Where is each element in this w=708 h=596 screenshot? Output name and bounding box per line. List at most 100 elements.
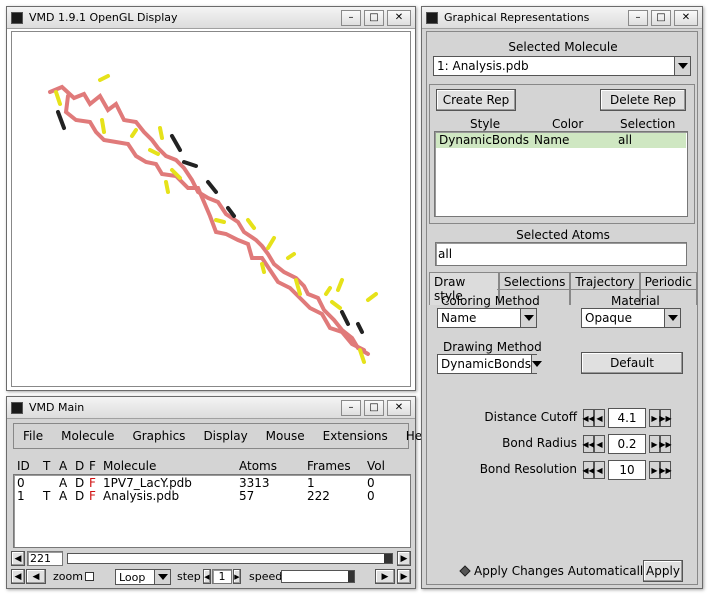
decrement-icon[interactable]: ◀ bbox=[594, 435, 605, 453]
goto-end-button[interactable]: ▶ bbox=[397, 551, 411, 566]
dark-bond bbox=[340, 310, 350, 326]
display-titlebar[interactable]: VMD 1.9.1 OpenGL Display – □ ✕ bbox=[7, 7, 415, 29]
frame-number-field[interactable]: 221 bbox=[27, 551, 63, 566]
selected-molecule-label: Selected Molecule bbox=[508, 40, 618, 54]
play-back-button[interactable]: ◀ bbox=[26, 569, 46, 584]
menu-extensions[interactable]: Extensions bbox=[314, 429, 397, 443]
row-a-toggle[interactable]: A bbox=[59, 476, 67, 490]
step-decrement[interactable]: ◀ bbox=[203, 569, 211, 584]
selected-molecule-select[interactable]: 1: Analysis.pdb bbox=[433, 56, 691, 76]
yellow-bond bbox=[54, 90, 62, 106]
minimize-icon[interactable]: – bbox=[341, 399, 361, 416]
create-rep-button[interactable]: Create Rep bbox=[436, 89, 516, 111]
vmd-app-icon bbox=[426, 11, 438, 24]
fast-decrement-icon[interactable]: ◀◀ bbox=[582, 409, 595, 427]
col-d[interactable]: D bbox=[75, 459, 84, 473]
goto-start-button[interactable]: ◀ bbox=[11, 551, 25, 566]
fast-increment-icon[interactable]: ▶▶ bbox=[659, 409, 672, 427]
col-style: Style bbox=[470, 117, 501, 131]
loop-select[interactable]: Loop bbox=[115, 569, 171, 585]
reps-titlebar[interactable]: Graphical Representations – □ ✕ bbox=[422, 7, 702, 29]
selected-atoms-label: Selected Atoms bbox=[516, 228, 610, 242]
step-field[interactable]: 1 bbox=[212, 569, 232, 584]
col-frames[interactable]: Frames bbox=[307, 459, 351, 473]
row-f-toggle[interactable]: F bbox=[89, 476, 96, 490]
molecule-list[interactable]: 0 A D F 1PV7_LacY.pdb 3313 1 0 1 T A D F… bbox=[13, 474, 411, 548]
step-increment[interactable]: ▶ bbox=[233, 569, 241, 584]
fast-decrement-icon[interactable]: ◀◀ bbox=[582, 435, 595, 453]
col-id[interactable]: ID bbox=[17, 459, 30, 473]
display-title: VMD 1.9.1 OpenGL Display bbox=[29, 11, 178, 24]
minimize-icon[interactable]: – bbox=[628, 9, 648, 26]
apply-auto-label: Apply Changes Automatically bbox=[474, 564, 651, 578]
increment-icon[interactable]: ▶ bbox=[649, 409, 660, 427]
bond-radius-field[interactable]: 0.2 bbox=[608, 434, 646, 454]
row-f-toggle[interactable]: F bbox=[89, 489, 96, 503]
main-titlebar[interactable]: VMD Main – □ ✕ bbox=[7, 397, 415, 419]
speed-slider[interactable] bbox=[281, 570, 355, 583]
frame-slider-thumb[interactable] bbox=[384, 554, 392, 563]
row-a-toggle[interactable]: A bbox=[59, 489, 67, 503]
table-row[interactable]: 0 A D F 1PV7_LacY.pdb 3313 1 0 bbox=[17, 476, 407, 490]
minimize-icon[interactable]: – bbox=[341, 9, 361, 26]
decrement-icon[interactable]: ◀ bbox=[594, 461, 605, 479]
yellow-bond bbox=[214, 218, 226, 224]
opengl-canvas[interactable] bbox=[11, 31, 411, 387]
table-row[interactable]: 1 T A D F Analysis.pdb 57 222 0 bbox=[17, 489, 407, 503]
reps-list[interactable]: DynamicBonds Name all bbox=[434, 131, 688, 217]
increment-icon[interactable]: ▶ bbox=[649, 435, 660, 453]
apply-button[interactable]: Apply bbox=[643, 560, 683, 582]
coloring-method-select[interactable]: Name bbox=[437, 308, 537, 328]
list-item[interactable]: DynamicBonds Name all bbox=[436, 133, 686, 148]
zoom-label: zoom bbox=[53, 570, 83, 583]
row-vol: 0 bbox=[367, 476, 375, 490]
step-forward-button[interactable]: ▶ bbox=[397, 569, 411, 584]
menu-display[interactable]: Display bbox=[194, 429, 256, 443]
menu-mouse[interactable]: Mouse bbox=[257, 429, 314, 443]
menu-file[interactable]: File bbox=[14, 429, 52, 443]
apply-auto-toggle[interactable]: Apply Changes Automatically bbox=[459, 564, 651, 578]
row-t-toggle[interactable]: T bbox=[43, 489, 50, 503]
maximize-icon[interactable]: □ bbox=[364, 399, 384, 416]
play-forward-button[interactable]: ▶ bbox=[375, 569, 395, 584]
col-a[interactable]: A bbox=[59, 459, 67, 473]
close-icon[interactable]: ✕ bbox=[387, 9, 411, 26]
close-icon[interactable]: ✕ bbox=[387, 399, 411, 416]
increment-icon[interactable]: ▶ bbox=[649, 461, 660, 479]
step-back-button[interactable]: ◀ bbox=[11, 569, 25, 584]
material-label: Material bbox=[611, 294, 660, 308]
row-d-toggle[interactable]: D bbox=[75, 489, 84, 503]
fast-increment-icon[interactable]: ▶▶ bbox=[659, 435, 672, 453]
material-select[interactable]: Opaque bbox=[581, 308, 681, 328]
col-molecule[interactable]: Molecule bbox=[103, 459, 156, 473]
distance-cutoff-field[interactable]: 4.1 bbox=[608, 408, 646, 428]
row-d-toggle[interactable]: D bbox=[75, 476, 84, 490]
col-vol[interactable]: Vol bbox=[367, 459, 385, 473]
fast-increment-icon[interactable]: ▶▶ bbox=[659, 461, 672, 479]
col-f[interactable]: F bbox=[89, 459, 96, 473]
frame-slider[interactable] bbox=[67, 553, 393, 564]
close-icon[interactable]: ✕ bbox=[674, 9, 698, 26]
zoom-checkbox[interactable] bbox=[85, 572, 94, 581]
menu-graphics[interactable]: Graphics bbox=[123, 429, 194, 443]
fast-decrement-icon[interactable]: ◀◀ bbox=[582, 461, 595, 479]
rep-selection: all bbox=[618, 133, 633, 147]
playback-controls: ◀ ◀ zoom Loop step ◀ 1 ▶ speed ▶ ▶ bbox=[11, 569, 413, 585]
maximize-icon[interactable]: □ bbox=[651, 9, 671, 26]
drawing-method-label: Drawing Method bbox=[443, 340, 542, 354]
default-button[interactable]: Default bbox=[581, 352, 683, 374]
reps-inner: Selected Molecule 1: Analysis.pdb Create… bbox=[426, 31, 698, 585]
col-t[interactable]: T bbox=[43, 459, 50, 473]
drawing-method-select[interactable]: DynamicBonds bbox=[437, 354, 542, 374]
selected-atoms-input[interactable]: all bbox=[435, 242, 687, 266]
vmd-main-window: VMD Main – □ ✕ File Molecule Graphics Di… bbox=[6, 396, 433, 589]
col-atoms[interactable]: Atoms bbox=[239, 459, 277, 473]
decrement-icon[interactable]: ◀ bbox=[594, 409, 605, 427]
bond-resolution-field[interactable]: 10 bbox=[608, 460, 646, 480]
diamond-icon bbox=[459, 565, 471, 577]
menu-molecule[interactable]: Molecule bbox=[52, 429, 123, 443]
delete-rep-button[interactable]: Delete Rep bbox=[600, 89, 686, 111]
speed-slider-thumb[interactable] bbox=[348, 571, 354, 582]
yellow-bond bbox=[286, 252, 296, 260]
maximize-icon[interactable]: □ bbox=[364, 9, 384, 26]
